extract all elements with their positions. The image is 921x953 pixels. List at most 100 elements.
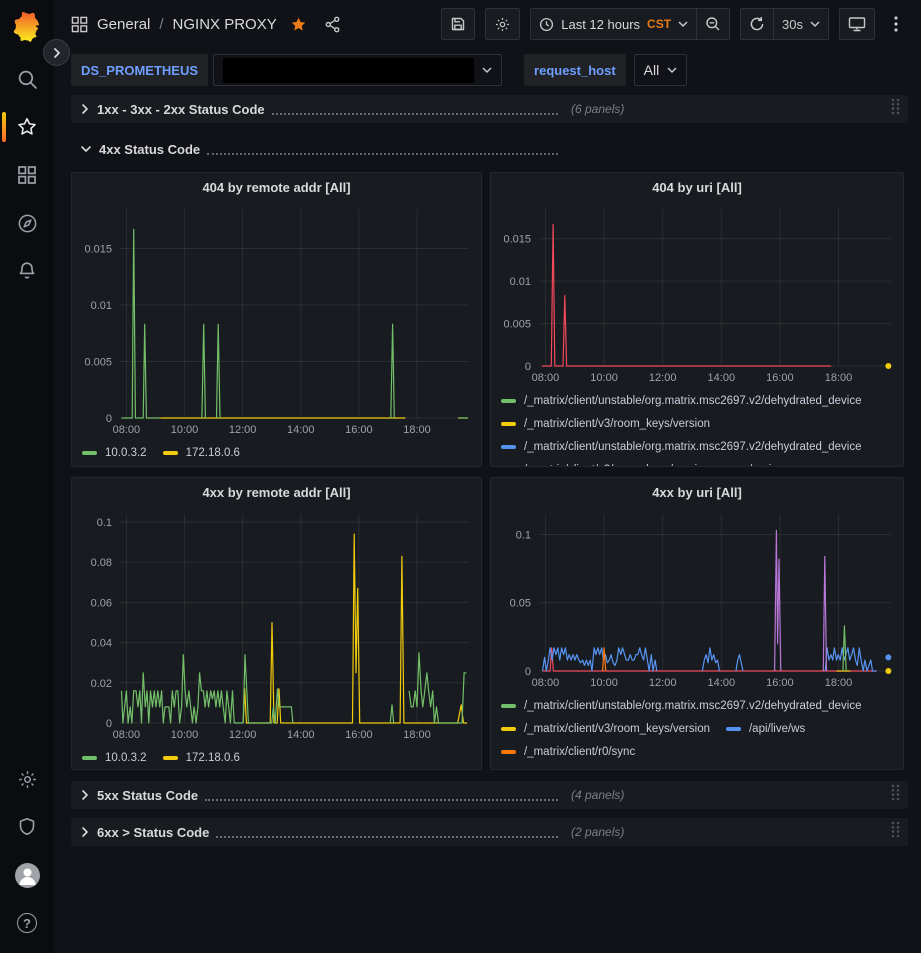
timeseries-chart[interactable]: 08:0010:0012:0014:0016:0018:0000.020.040…	[72, 506, 481, 744]
legend-item[interactable]: /_matrix/client/v3/room_keys/version	[501, 717, 710, 740]
datasource-variable-select[interactable]	[213, 54, 502, 86]
row-drag-handle[interactable]	[891, 821, 900, 843]
row-dotted-leader	[207, 143, 558, 155]
legend-label: /sw.js	[749, 464, 777, 467]
dashboard-canvas: 1xx - 3xx - 2xx Status Code (6 panels) 4…	[54, 92, 921, 953]
redacted-value	[223, 58, 474, 83]
row-4xx[interactable]: 4xx Status Code	[71, 135, 908, 163]
legend-label: /_matrix/client/v3/room_keys/version	[524, 723, 710, 735]
row-title-block: 6xx > Status Code	[80, 825, 558, 840]
panel-4xx-by-remote-addr: 4xx by remote addr [All] 08:0010:0012:00…	[71, 477, 482, 770]
breadcrumb: General / NGINX PROXY	[71, 16, 341, 33]
svg-text:18:00: 18:00	[403, 424, 431, 436]
svg-text:08:00: 08:00	[532, 372, 560, 384]
timeseries-chart[interactable]: 08:0010:0012:0014:0016:0018:0000.050.1	[491, 506, 903, 692]
chevron-down-icon	[810, 20, 820, 28]
row-5xx[interactable]: 5xx Status Code (4 panels)	[71, 781, 908, 809]
timeseries-chart[interactable]: 08:0010:0012:0014:0016:0018:0000.0050.01…	[72, 201, 481, 439]
legend-item[interactable]: /_matrix/client/v3/room_keys/version	[501, 412, 710, 435]
sidebar-item-starred[interactable]	[0, 103, 54, 151]
sidebar-item-help[interactable]: ?	[0, 899, 54, 947]
row-panel-count: (6 panels)	[571, 102, 624, 116]
panel-404-by-uri: 404 by uri [All] 08:0010:0012:0014:0016:…	[490, 172, 904, 467]
legend-item[interactable]: /sw.js	[726, 458, 777, 466]
panel-title[interactable]: 404 by remote addr [All]	[72, 173, 481, 201]
legend-item[interactable]: /_matrix/client/unstable/org.matrix.msc2…	[501, 435, 862, 458]
dashboard-settings-button[interactable]	[485, 8, 520, 40]
row-title: 1xx - 3xx - 2xx Status Code	[97, 102, 265, 117]
row-1xx-3xx-2xx[interactable]: 1xx - 3xx - 2xx Status Code (6 panels)	[71, 95, 908, 123]
legend-item[interactable]: 10.0.3.2	[82, 441, 147, 464]
sidebar-item-dashboards[interactable]	[0, 151, 54, 199]
legend-item[interactable]: /api/live/ws	[726, 717, 805, 740]
row-drag-handle[interactable]	[891, 98, 900, 120]
sidebar-item-configuration[interactable]	[0, 755, 54, 803]
legend-label: 172.18.0.6	[186, 447, 240, 459]
chevron-down-icon	[667, 66, 677, 74]
legend-swatch	[163, 451, 178, 455]
panel-title[interactable]: 4xx by uri [All]	[491, 478, 903, 506]
zoom-out-time-button[interactable]	[697, 8, 730, 40]
sidebar-item-server-admin[interactable]	[0, 803, 54, 851]
time-range-label: Last 12 hours	[561, 17, 640, 32]
legend-item[interactable]: /_matrix/client/v3/room_keys/version	[501, 458, 710, 466]
breadcrumb-section[interactable]: General	[97, 16, 150, 33]
svg-text:14:00: 14:00	[708, 372, 736, 384]
help-icon: ?	[17, 913, 37, 933]
legend-label: 172.18.0.6	[186, 752, 240, 764]
legend-label: 10.0.3.2	[105, 447, 147, 459]
legend-swatch	[501, 727, 516, 731]
refresh-interval-label: 30s	[782, 17, 803, 32]
request-host-variable-label[interactable]: request_host	[524, 54, 626, 86]
legend-label: /_matrix/client/r0/sync	[524, 746, 635, 758]
panel-grid: 404 by remote addr [All] 08:0010:0012:00…	[71, 172, 908, 770]
toolbar: Last 12 hours CST 30s	[441, 8, 907, 40]
row-6xx[interactable]: 6xx > Status Code (2 panels)	[71, 818, 908, 846]
sidebar: ?	[0, 0, 54, 953]
legend-label: /_matrix/client/v3/room_keys/version	[524, 418, 710, 430]
panel-title[interactable]: 404 by uri [All]	[491, 173, 903, 201]
favorite-star-icon[interactable]	[290, 16, 307, 33]
dashboards-grid-icon	[17, 165, 37, 185]
legend-item[interactable]: 10.0.3.2	[82, 746, 147, 769]
sidebar-item-alerting[interactable]	[0, 247, 54, 295]
legend-item[interactable]: /_matrix/client/unstable/org.matrix.msc2…	[501, 694, 862, 717]
sidebar-item-search[interactable]	[0, 55, 54, 103]
datasource-variable-label[interactable]: DS_PROMETHEUS	[71, 54, 208, 86]
save-dashboard-button[interactable]	[441, 8, 475, 40]
legend-item[interactable]: 172.18.0.6	[163, 746, 240, 769]
timeseries-chart[interactable]: 08:0010:0012:0014:0016:0018:0000.0050.01…	[491, 201, 903, 387]
svg-text:0.015: 0.015	[84, 244, 112, 256]
sidebar-item-explore[interactable]	[0, 199, 54, 247]
chevron-down-icon	[678, 20, 688, 28]
timezone-label: CST	[647, 17, 671, 31]
legend-swatch	[501, 750, 516, 754]
svg-text:0.01: 0.01	[91, 300, 112, 312]
legend-item[interactable]: /_matrix/client/r0/sync	[501, 740, 635, 763]
row-drag-handle[interactable]	[891, 784, 900, 806]
legend-label: /_matrix/client/v3/room_keys/version	[524, 464, 710, 467]
refresh-interval-picker[interactable]: 30s	[774, 8, 829, 40]
svg-text:08:00: 08:00	[113, 424, 141, 436]
breadcrumb-title[interactable]: NGINX PROXY	[173, 16, 277, 33]
time-range-picker[interactable]: Last 12 hours CST	[530, 8, 697, 40]
sidebar-item-profile[interactable]	[0, 851, 54, 899]
legend-item[interactable]: /_matrix/client/unstable/org.matrix.msc2…	[501, 389, 862, 412]
kebab-menu-button[interactable]	[885, 8, 907, 40]
legend-item[interactable]: /_matrix/client/unstable/org.matrix.msc2…	[501, 763, 862, 769]
search-icon	[17, 69, 38, 90]
gear-icon	[17, 769, 38, 790]
request-host-variable-select[interactable]: All	[634, 54, 688, 86]
svg-text:08:00: 08:00	[113, 729, 141, 741]
legend-item[interactable]: 172.18.0.6	[163, 441, 240, 464]
share-icon[interactable]	[324, 16, 341, 33]
refresh-button[interactable]	[740, 8, 774, 40]
svg-text:16:00: 16:00	[345, 729, 373, 741]
panel-title[interactable]: 4xx by remote addr [All]	[72, 478, 481, 506]
svg-text:16:00: 16:00	[766, 677, 794, 689]
tv-mode-button[interactable]	[839, 8, 875, 40]
svg-text:0.06: 0.06	[91, 597, 112, 609]
chevron-right-icon	[80, 789, 90, 801]
sidebar-expand-button[interactable]	[43, 39, 70, 66]
grafana-logo-icon[interactable]	[12, 7, 42, 47]
